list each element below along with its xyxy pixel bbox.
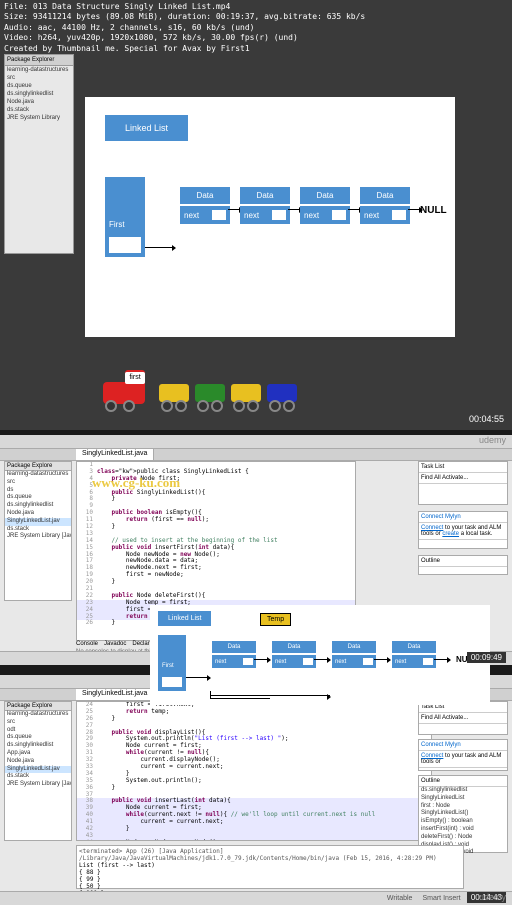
code-editor[interactable]: 24 first = first.next;25 return temp;26 … <box>76 701 432 841</box>
tree-row[interactable]: Node.java <box>5 510 71 518</box>
node: Datanext <box>240 187 290 224</box>
code-line[interactable]: 20 } <box>77 579 355 586</box>
outline-item[interactable]: SinglyLinkedList <box>419 795 507 803</box>
code-line[interactable]: 44 Node newNode = new Node(); <box>77 840 431 841</box>
tree-row[interactable]: ds.stack <box>5 526 71 534</box>
tree-row[interactable]: learning-datastructures <box>5 711 71 719</box>
tree-row[interactable]: SinglyLinkedList.jav <box>5 518 71 526</box>
timestamp: 00:04:55 <box>469 414 504 424</box>
tree-row[interactable]: JRE System Library [JavaS <box>5 781 71 789</box>
node: Datanext <box>392 641 436 668</box>
package-explorer[interactable]: Package Explorer learning-datastructures… <box>4 54 74 254</box>
package-explorer[interactable]: Package Explore learning-datastructuress… <box>4 461 72 601</box>
tree-row[interactable]: learning-datastructures <box>5 471 71 479</box>
first-pointer: First <box>105 177 145 257</box>
code-line[interactable]: 19 first = newNode; <box>77 572 355 579</box>
linked-list-label: Linked List <box>105 115 188 141</box>
tree-row[interactable]: ds.queue <box>5 82 73 90</box>
arrow-icon <box>314 659 330 660</box>
temp-label: Temp <box>260 613 291 626</box>
outline-panel[interactable]: Outline ds.singlylinkedlistSinglyLinkedL… <box>418 775 508 853</box>
outline-panel[interactable]: Outline <box>418 555 508 575</box>
tree-row[interactable]: ds.singlylinkedlist <box>5 502 71 510</box>
outline-item[interactable]: SinglyLinkedList() <box>419 810 507 818</box>
code-line[interactable]: 36 } <box>77 785 431 792</box>
console-line: { 99 } <box>79 876 461 883</box>
node: Datanext <box>272 641 316 668</box>
arrow-icon <box>434 659 450 660</box>
node: Datanext <box>360 187 410 224</box>
tree-row[interactable]: JRE System Library <box>5 114 73 122</box>
node: Datanext <box>180 187 230 224</box>
outline-item[interactable]: insertFirst(int) : void <box>419 826 507 834</box>
tree-row[interactable]: ds.queue <box>5 734 71 742</box>
arrow-icon <box>374 659 390 660</box>
task-list-panel[interactable]: Task List Find All Activate... <box>418 461 508 505</box>
thumbnail-2: SinglyLinkedList.java Package Explore le… <box>0 435 512 665</box>
udemy-logo: udemy <box>479 435 506 445</box>
node: Datanext <box>212 641 256 668</box>
code-line[interactable]: 35 System.out.println(); <box>77 778 431 785</box>
udemy-logo: udemy <box>479 892 506 902</box>
arrow-icon <box>254 659 270 660</box>
arrow-icon <box>145 247 175 248</box>
status-bar: Writable Smart Insert 49 : 32 <box>0 891 512 905</box>
outline-item[interactable]: ds.singlylinkedlist <box>419 787 507 795</box>
tree-row[interactable]: ds <box>5 487 71 495</box>
editor-tabs[interactable]: SinglyLinkedList.java <box>0 449 512 461</box>
tab-singlylinkedlist[interactable]: SinglyLinkedList.java <box>76 689 154 700</box>
train-illustration: first <box>95 362 315 417</box>
tree-row[interactable]: Node.java <box>5 758 71 766</box>
outline-item[interactable]: first : Node <box>419 803 507 811</box>
linked-list-diagram: Linked List First Datanext Datanext Datane… <box>85 97 455 337</box>
tree-row[interactable]: ds.singlylinkedlist <box>5 90 73 98</box>
code-line[interactable]: 11 return (first == null); <box>77 517 355 524</box>
outline-item[interactable]: deleteFirst() : Node <box>419 834 507 842</box>
mylyn-panel[interactable]: Connect Mylyn Connect to your task and A… <box>418 739 508 771</box>
tab-singlylinkedlist[interactable]: SinglyLinkedList.java <box>76 449 154 460</box>
thumbnail-1: Package Explorer learning-datastructures… <box>0 0 512 430</box>
code-line[interactable]: 26 } <box>77 716 431 723</box>
tree-row[interactable]: Node.java <box>5 98 73 106</box>
node: Datanext <box>300 187 350 224</box>
code-line[interactable]: 33 current = current.next; <box>77 764 431 771</box>
tree-row[interactable]: odt <box>5 727 71 735</box>
tree-row[interactable]: JRE System Library [JavaS <box>5 533 71 541</box>
linked-list-diagram-small: Linked List First Temp DatanextDatanextD… <box>150 605 490 705</box>
package-explorer[interactable]: Package Explore learning-datastructuress… <box>4 701 72 841</box>
tree-row[interactable]: src <box>5 74 73 82</box>
code-line[interactable]: 25 return temp; <box>77 709 431 716</box>
code-line[interactable]: 41 current = current.next; <box>77 819 431 826</box>
node: Datanext <box>332 641 376 668</box>
outline-item[interactable]: isEmpty() : boolean <box>419 818 507 826</box>
mylyn-panel[interactable]: Connect Mylyn Connect to your task and A… <box>418 511 508 549</box>
code-line[interactable]: 42 } <box>77 826 431 833</box>
toolbar[interactable] <box>0 435 512 449</box>
console-line: List (first --> last) <box>79 862 461 869</box>
code-line[interactable]: 12 } <box>77 524 355 531</box>
thumbnail-3: SinglyLinkedList.java App.java Package E… <box>0 675 512 905</box>
task-list-panel[interactable]: Task List Find All Activate... <box>418 701 508 735</box>
tree-row[interactable]: ds.stack <box>5 773 71 781</box>
video-metadata: File: 013 Data Structure Singly Linked L… <box>4 2 365 54</box>
console-line: { 88 } <box>79 869 461 876</box>
package-explorer-title: Package Explorer <box>5 55 73 66</box>
tree-row[interactable]: App.java <box>5 750 71 758</box>
tree-row[interactable]: ds.stack <box>5 106 73 114</box>
tree-row[interactable]: learning-datastructures <box>5 66 73 74</box>
tree-row[interactable]: src <box>5 479 71 487</box>
console-line: { 50 } <box>79 883 461 890</box>
tree-row[interactable]: ds.queue <box>5 494 71 502</box>
return-arrow <box>210 691 270 699</box>
console-output[interactable]: <terminated> App (26) [Java Application]… <box>76 845 464 889</box>
code-line[interactable]: 8 } <box>77 496 355 503</box>
tree-row[interactable]: ds.singlylinkedlist <box>5 742 71 750</box>
watermark: www.cg-ku.com <box>92 475 180 491</box>
tree-row[interactable]: SinglyLinkedList.jav <box>5 766 71 774</box>
tree-row[interactable]: src <box>5 719 71 727</box>
timestamp: 00:09:49 <box>467 652 506 663</box>
null-label: NULL <box>420 205 447 216</box>
